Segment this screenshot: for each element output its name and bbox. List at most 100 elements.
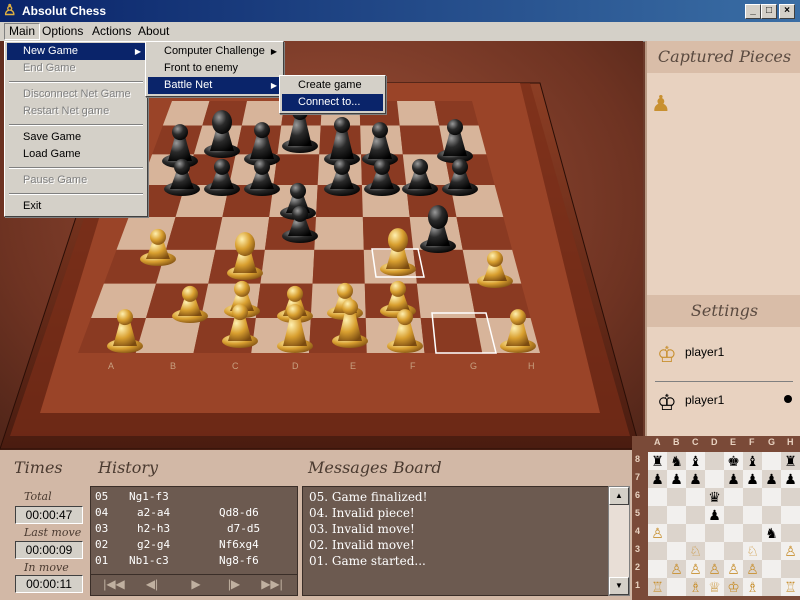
mini-square[interactable]: ♘	[743, 542, 762, 560]
menu-item-front-to-enemy[interactable]: Front to enemy	[148, 60, 283, 77]
mini-square[interactable]: ♝	[686, 452, 705, 470]
mini-square[interactable]: ♛	[705, 488, 724, 506]
mini-square[interactable]	[762, 488, 781, 506]
history-row[interactable]: 03 h2-h3 d7-d5	[95, 521, 291, 536]
mini-square[interactable]: ♜	[781, 452, 800, 470]
mini-square[interactable]: ♔	[724, 578, 743, 596]
mini-square[interactable]: ♙	[724, 560, 743, 578]
play-icon[interactable]: ▶	[181, 577, 211, 591]
mini-square[interactable]: ♟	[724, 470, 743, 488]
menu-item-save-game[interactable]: Save Game	[7, 129, 147, 146]
history-row[interactable]: 01 Nb1-c3 Ng8-f6	[95, 553, 291, 568]
menu-options[interactable]: Options	[38, 24, 87, 39]
mini-square[interactable]	[648, 542, 667, 560]
mini-square[interactable]	[762, 560, 781, 578]
mini-square[interactable]: ♙	[667, 560, 686, 578]
mini-square[interactable]	[667, 524, 686, 542]
mini-board[interactable]: 8 ♜ ♞ ♝ ♚ ♝ ♜ 7 ♟ ♟ ♟ ♟ ♟ ♟ ♟ 6 ♛ 5 ♟ 4 ♙ ♞ 3 ♘ ♘ ♙ 2 ♙ ♙ ♙ ♙ ♙ 1 ♖ ♗ ♕ ♔ ♗ ♖	[632, 450, 800, 600]
menu-item-exit[interactable]: Exit	[7, 198, 147, 215]
board-square[interactable]	[273, 154, 320, 186]
prev-move-icon[interactable]: ◀|	[137, 577, 167, 591]
mini-square[interactable]: ♙	[743, 560, 762, 578]
mini-square[interactable]	[667, 506, 686, 524]
mini-square[interactable]	[781, 488, 800, 506]
mini-square[interactable]	[724, 524, 743, 542]
mini-square[interactable]: ♚	[724, 452, 743, 470]
menu-item-new-game[interactable]: New Game ▶	[7, 43, 147, 60]
mini-square[interactable]: ♘	[686, 542, 705, 560]
mini-square[interactable]	[686, 524, 705, 542]
mini-square[interactable]	[648, 506, 667, 524]
board-square[interactable]	[397, 101, 440, 126]
mini-square[interactable]: ♙	[648, 524, 667, 542]
board-square[interactable]	[456, 216, 513, 250]
mini-square[interactable]: ♙	[686, 560, 705, 578]
messages-list[interactable]: 05. Game finalized! 04. Invalid piece! 0…	[302, 486, 610, 596]
mini-square[interactable]	[705, 524, 724, 542]
mini-square[interactable]: ♞	[762, 524, 781, 542]
mini-square[interactable]	[724, 542, 743, 560]
first-move-icon[interactable]: |◀◀	[99, 577, 129, 591]
menu-item-battle-net[interactable]: Battle Net ▶	[148, 77, 283, 94]
mini-square[interactable]: ♟	[743, 470, 762, 488]
menu-item-load-game[interactable]: Load Game	[7, 146, 147, 163]
mini-square[interactable]: ♟	[648, 470, 667, 488]
mini-square[interactable]	[743, 524, 762, 542]
mini-square[interactable]	[762, 506, 781, 524]
mini-square[interactable]: ♜	[648, 452, 667, 470]
scroll-down-icon[interactable]: ▼	[609, 577, 629, 595]
mini-square[interactable]	[648, 488, 667, 506]
history-row[interactable]: 05 Ng1-f3	[95, 489, 291, 504]
mini-square[interactable]: ♞	[667, 452, 686, 470]
menu-item-disconnect[interactable]: Disconnect Net Game	[7, 86, 147, 103]
mini-square[interactable]	[762, 578, 781, 596]
mini-square[interactable]	[781, 560, 800, 578]
next-move-icon[interactable]: |▶	[219, 577, 249, 591]
board-square[interactable]	[312, 249, 365, 284]
board-square[interactable]	[399, 125, 445, 155]
mini-square[interactable]	[743, 488, 762, 506]
mini-square[interactable]	[705, 470, 724, 488]
history-row[interactable]: 04 a2-a4 Qd8-d6	[95, 505, 291, 520]
mini-square[interactable]: ♟	[667, 470, 686, 488]
minimize-button[interactable]: _	[745, 4, 761, 19]
mini-square[interactable]	[705, 452, 724, 470]
mini-square[interactable]: ♙	[705, 560, 724, 578]
mini-square[interactable]	[686, 506, 705, 524]
history-row[interactable]: 02 g2-g4 Nf6xg4	[95, 537, 291, 552]
mini-square[interactable]	[762, 452, 781, 470]
menu-item-end-game[interactable]: End Game	[7, 60, 147, 77]
mini-square[interactable]	[705, 542, 724, 560]
mini-square[interactable]: ♟	[781, 470, 800, 488]
mini-square[interactable]	[686, 488, 705, 506]
mini-square[interactable]	[724, 506, 743, 524]
mini-square[interactable]	[648, 560, 667, 578]
menu-actions[interactable]: Actions	[88, 24, 135, 39]
menu-about[interactable]: About	[134, 24, 173, 39]
menu-item-pause-game[interactable]: Pause Game	[7, 172, 147, 189]
board-square[interactable]	[135, 317, 201, 353]
mini-square[interactable]: ♖	[648, 578, 667, 596]
menu-item-restart-net[interactable]: Restart Net game	[7, 103, 147, 120]
mini-square[interactable]	[667, 542, 686, 560]
menu-item-computer-challenge[interactable]: Computer Challenge ▶	[148, 43, 283, 60]
mini-square[interactable]: ♙	[781, 542, 800, 560]
mini-square[interactable]	[667, 578, 686, 596]
mini-square[interactable]	[724, 488, 743, 506]
mini-square[interactable]: ♝	[743, 452, 762, 470]
menu-main[interactable]: Main	[4, 23, 41, 40]
player-black-row[interactable]: ♔ player1	[653, 389, 796, 419]
mini-square[interactable]: ♗	[686, 578, 705, 596]
board-square[interactable]	[314, 216, 364, 250]
mini-square[interactable]: ♗	[743, 578, 762, 596]
mini-square[interactable]: ♕	[705, 578, 724, 596]
mini-square[interactable]: ♟	[686, 470, 705, 488]
mini-square[interactable]	[781, 524, 800, 542]
mini-square[interactable]	[667, 488, 686, 506]
scroll-up-icon[interactable]: ▲	[609, 487, 629, 505]
mini-square[interactable]	[781, 506, 800, 524]
mini-square[interactable]: ♟	[705, 506, 724, 524]
last-move-icon[interactable]: ▶▶|	[257, 577, 287, 591]
menu-item-create-game[interactable]: Create game	[282, 77, 383, 94]
mini-square[interactable]	[743, 506, 762, 524]
